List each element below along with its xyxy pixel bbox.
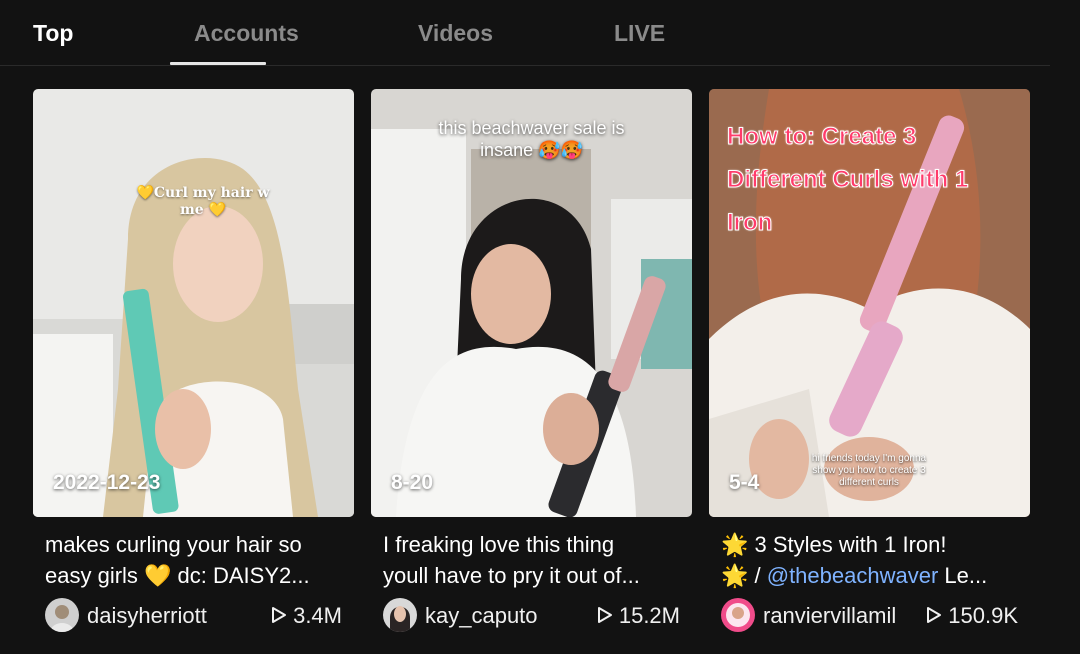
tab-accounts[interactable]: Accounts <box>194 20 299 47</box>
tab-videos[interactable]: Videos <box>418 20 493 47</box>
overlay-line: this beachwaver sale is <box>438 118 625 138</box>
mention-link[interactable]: @thebeachwaver <box>767 563 939 588</box>
video-date: 8-20 <box>391 471 434 494</box>
video-thumbnail[interactable]: 💛Curl my hair w me 💛 2022-12-23 <box>33 89 354 517</box>
description-line: 🌟 3 Styles with 1 Iron! <box>721 532 947 557</box>
play-icon <box>597 607 612 623</box>
active-tab-indicator <box>170 62 266 65</box>
tab-top[interactable]: Top <box>33 20 73 47</box>
username[interactable]: kay_caputo <box>425 603 538 629</box>
description-line: easy girls 💛 dc: DAISY2... <box>45 563 310 588</box>
video-subtitle-caption: hi friends today I'm gonna show you how … <box>789 453 949 489</box>
video-meta: kay_caputo 15.2M <box>371 595 692 635</box>
video-overlay-caption: 💛Curl my hair w me 💛 <box>128 185 278 219</box>
description-text: Le... <box>938 563 988 588</box>
video-overlay-title: How to: Create 3 Different Curls with 1 … <box>727 115 1027 244</box>
view-count: 150.9K <box>926 603 1018 629</box>
avatar[interactable] <box>45 598 79 632</box>
video-thumbnail[interactable]: this beachwaver sale is insane 🥵🥵 8-20 <box>371 89 692 517</box>
video-card[interactable]: 💛Curl my hair w me 💛 2022-12-23 makes cu… <box>33 89 354 635</box>
overlay-line: Different Curls with 1 <box>727 166 969 194</box>
thumbnail-image <box>33 89 354 517</box>
video-date: 5-4 <box>729 471 760 494</box>
video-thumbnail[interactable]: How to: Create 3 Different Curls with 1 … <box>709 89 1030 517</box>
view-count-value: 3.4M <box>293 603 342 628</box>
overlay-line: me 💛 <box>179 202 227 218</box>
caption-line: different curls <box>839 477 899 488</box>
search-tabs: Top Accounts Videos LIVE <box>0 0 1050 66</box>
video-overlay-caption: this beachwaver sale is insane 🥵🥵 <box>401 117 662 161</box>
video-date: 2022-12-23 <box>53 471 161 494</box>
view-count-value: 15.2M <box>618 603 680 628</box>
play-icon <box>927 607 942 623</box>
video-description[interactable]: 🌟 3 Styles with 1 Iron! 🌟 / @thebeachwav… <box>709 529 1014 591</box>
username[interactable]: daisyherriott <box>87 603 207 629</box>
description-line: 🌟 / @thebeachwaver Le... <box>721 560 1014 591</box>
tab-live[interactable]: LIVE <box>614 20 665 47</box>
username[interactable]: ranviervillamil <box>763 603 896 629</box>
view-count: 15.2M <box>597 603 680 629</box>
view-count: 3.4M <box>271 603 342 629</box>
avatar[interactable] <box>383 598 417 632</box>
caption-line: show you how to create 3 <box>812 465 926 476</box>
video-meta: daisyherriott 3.4M <box>33 595 354 635</box>
description-line: makes curling your hair so <box>45 532 302 557</box>
play-icon <box>272 607 287 623</box>
overlay-line: Iron <box>727 209 773 237</box>
view-count-value: 150.9K <box>948 603 1018 628</box>
video-card[interactable]: this beachwaver sale is insane 🥵🥵 8-20 I… <box>371 89 692 635</box>
overlay-line: How to: Create 3 <box>727 123 917 151</box>
video-description[interactable]: makes curling your hair so easy girls 💛 … <box>33 529 338 591</box>
description-line: I freaking love this thing <box>383 532 615 557</box>
video-meta: ranviervillamil 150.9K <box>709 595 1030 635</box>
video-card[interactable]: How to: Create 3 Different Curls with 1 … <box>709 89 1030 635</box>
overlay-line: 💛Curl my hair w <box>136 185 270 201</box>
overlay-line: insane 🥵🥵 <box>480 140 583 160</box>
avatar[interactable] <box>721 598 755 632</box>
description-text: 🌟 / <box>721 563 767 588</box>
caption-line: hi friends today I'm gonna <box>811 453 927 464</box>
description-line: youll have to pry it out of... <box>383 563 640 588</box>
video-description[interactable]: I freaking love this thing youll have to… <box>371 529 676 591</box>
